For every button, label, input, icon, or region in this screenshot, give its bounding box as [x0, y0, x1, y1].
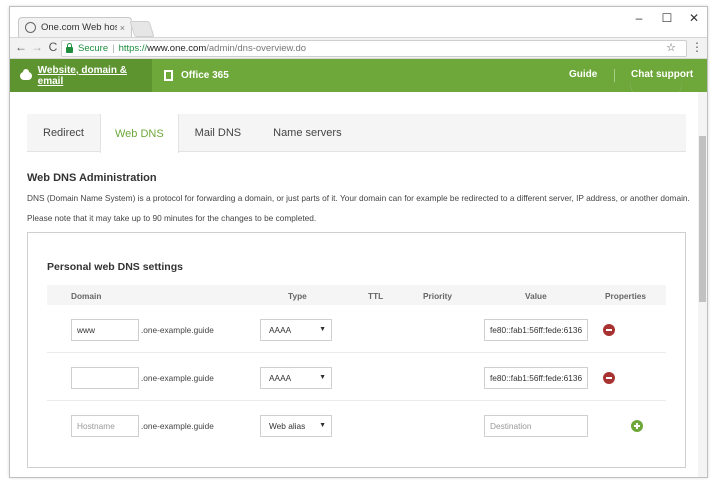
tab-web-dns[interactable]: Web DNS: [99, 114, 179, 153]
close-window-icon[interactable]: ✕: [681, 11, 707, 25]
bookmark-star-icon[interactable]: ☆: [666, 41, 676, 54]
nav-website-domain-email[interactable]: Website, domain & email: [10, 59, 152, 92]
hostname-input[interactable]: [71, 367, 139, 389]
col-type: Type: [288, 291, 307, 301]
destination-input[interactable]: Destination: [484, 415, 588, 437]
dns-tabs: Redirect Web DNS Mail DNS Name servers: [27, 114, 686, 153]
secure-label: Secure: [78, 43, 109, 54]
domain-suffix: .one-example.guide: [141, 373, 214, 383]
type-select[interactable]: AAAA ▼: [260, 367, 332, 389]
tab-title: One.com Web hosting: [41, 22, 117, 33]
nav-divider: [614, 69, 615, 82]
new-type-select[interactable]: Web alias ▼: [260, 415, 332, 437]
url-host: www.one.com: [147, 43, 207, 54]
minimize-icon[interactable]: –: [626, 11, 652, 25]
browser-toolbar: ← → C Secure | https:// www.one.com /adm…: [10, 37, 707, 59]
tab-redirect[interactable]: Redirect: [27, 114, 100, 152]
scrollbar-thumb[interactable]: [699, 136, 706, 302]
value-input[interactable]: fe80::fab1:56ff:fede:6136: [484, 367, 588, 389]
add-record-icon[interactable]: [631, 420, 643, 432]
col-priority: Priority: [423, 291, 453, 301]
table-row: www .one-example.guide AAAA ▼ fe80::fab1…: [47, 306, 666, 353]
browser-window: One.com Web hosting × – ☐ ✕ ← → C Secure…: [9, 6, 708, 478]
table-row: .one-example.guide AAAA ▼ fe80::fab1:56f…: [47, 354, 666, 401]
page-title: Web DNS Administration: [27, 172, 157, 184]
type-select-value: AAAA: [269, 325, 292, 335]
new-type-select-value: Web alias: [269, 421, 306, 431]
col-properties: Properties: [605, 291, 647, 301]
page-description: DNS (Domain Name System) is a protocol f…: [27, 193, 690, 203]
address-separator: |: [112, 43, 115, 54]
panel-title: Personal web DNS settings: [47, 261, 183, 273]
caret-down-icon: ▼: [319, 422, 326, 429]
delete-record-icon[interactable]: [603, 324, 615, 336]
back-icon[interactable]: ←: [13, 40, 29, 54]
new-hostname-input[interactable]: Hostname: [71, 415, 139, 437]
value-input[interactable]: fe80::fab1:56ff:fede:6136: [484, 319, 588, 341]
favicon-icon: [25, 22, 36, 33]
domain-suffix: .one-example.guide: [141, 421, 214, 431]
dns-settings-panel: Personal web DNS settings Domain Type TT…: [27, 232, 686, 468]
type-select[interactable]: AAAA ▼: [260, 319, 332, 341]
page-scrollbar[interactable]: [698, 92, 707, 477]
tab-name-servers[interactable]: Name servers: [257, 114, 357, 152]
browser-menu-icon[interactable]: ⋮: [691, 40, 703, 54]
col-ttl: TTL: [368, 291, 384, 301]
tab-mail-dns[interactable]: Mail DNS: [179, 114, 257, 152]
domain-suffix: .one-example.guide: [141, 325, 214, 335]
page-note: Please note that it may take up to 90 mi…: [27, 213, 317, 223]
delete-record-icon[interactable]: [603, 372, 615, 384]
site-navigation: Website, domain & email Office 365 Guide…: [10, 59, 707, 92]
office-icon: [164, 70, 173, 81]
tab-close-icon[interactable]: ×: [120, 23, 125, 33]
browser-tab[interactable]: One.com Web hosting ×: [18, 17, 132, 37]
nav-office-label: Office 365: [181, 70, 229, 81]
forward-icon[interactable]: →: [29, 40, 45, 54]
col-value: Value: [525, 291, 547, 301]
nav-guide[interactable]: Guide: [569, 69, 597, 80]
lock-icon: [66, 43, 73, 53]
cloud-icon: [20, 68, 32, 80]
page-content: Redirect Web DNS Mail DNS Name servers W…: [10, 92, 707, 477]
caret-down-icon: ▼: [319, 374, 326, 381]
new-record-row: Hostname .one-example.guide Web alias ▼ …: [47, 402, 666, 449]
url-path: /admin/dns-overview.do: [206, 43, 307, 54]
nav-website-label: Website, domain & email: [37, 64, 127, 87]
table-header: Domain Type TTL Priority Value Propertie…: [47, 285, 666, 305]
nav-office-365[interactable]: Office 365: [164, 59, 229, 92]
url-scheme: https://: [118, 43, 148, 54]
new-tab-button[interactable]: [129, 21, 155, 37]
address-bar[interactable]: Secure | https:// www.one.com /admin/dns…: [61, 40, 687, 57]
maximize-icon[interactable]: ☐: [654, 11, 680, 25]
hostname-input[interactable]: www: [71, 319, 139, 341]
tab-strip: One.com Web hosting × – ☐ ✕: [10, 7, 707, 37]
caret-down-icon: ▼: [319, 326, 326, 333]
type-select-value: AAAA: [269, 373, 292, 383]
col-domain: Domain: [71, 291, 102, 301]
reload-icon[interactable]: C: [45, 40, 61, 54]
